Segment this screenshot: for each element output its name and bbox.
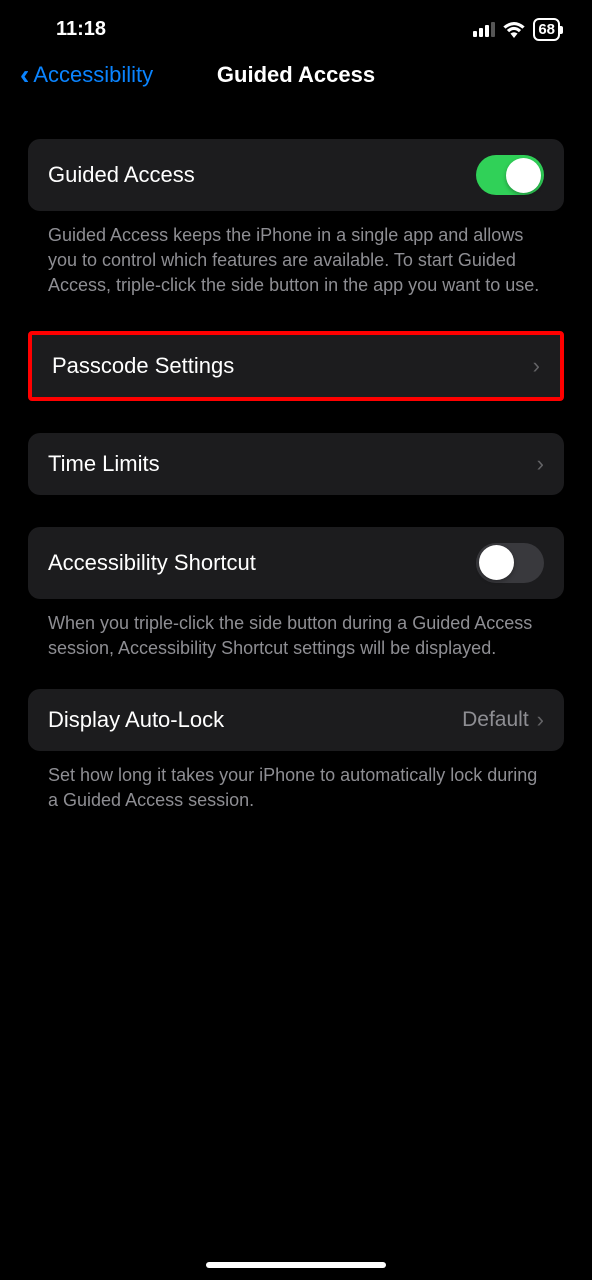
accessibility-shortcut-group: Accessibility Shortcut When you triple-c… [28, 527, 564, 661]
page-title: Guided Access [217, 62, 375, 88]
accessibility-shortcut-row[interactable]: Accessibility Shortcut [28, 527, 564, 599]
toggle-knob [506, 158, 541, 193]
content: Guided Access Guided Access keeps the iP… [0, 139, 592, 813]
status-time: 11:18 [56, 18, 106, 41]
time-limits-label: Time Limits [48, 451, 160, 477]
chevron-right-icon: › [533, 353, 540, 379]
battery-icon: 68 [533, 18, 560, 41]
display-autolock-footer: Set how long it takes your iPhone to aut… [28, 751, 564, 813]
guided-access-group: Guided Access Guided Access keeps the iP… [28, 139, 564, 299]
chevron-left-icon: ‹ [20, 61, 29, 89]
passcode-settings-row[interactable]: Passcode Settings › [32, 335, 560, 397]
accessibility-shortcut-toggle[interactable] [476, 543, 544, 583]
guided-access-label: Guided Access [48, 162, 195, 188]
accessibility-shortcut-label: Accessibility Shortcut [48, 550, 256, 576]
guided-access-footer: Guided Access keeps the iPhone in a sing… [28, 211, 564, 299]
time-limits-group: Time Limits › [28, 433, 564, 495]
display-autolock-label: Display Auto-Lock [48, 707, 224, 733]
cellular-signal-icon [473, 22, 495, 37]
toggle-knob [479, 545, 514, 580]
guided-access-toggle[interactable] [476, 155, 544, 195]
status-bar: 11:18 68 [0, 0, 592, 49]
display-autolock-value: Default [462, 708, 529, 732]
back-button[interactable]: ‹ Accessibility [20, 61, 153, 89]
nav-bar: ‹ Accessibility Guided Access [0, 49, 592, 107]
chevron-right-icon: › [537, 707, 544, 733]
display-autolock-group: Display Auto-Lock Default › Set how long… [28, 689, 564, 813]
display-autolock-row[interactable]: Display Auto-Lock Default › [28, 689, 564, 751]
accessibility-shortcut-footer: When you triple-click the side button du… [28, 599, 564, 661]
passcode-settings-label: Passcode Settings [52, 353, 234, 379]
guided-access-row[interactable]: Guided Access [28, 139, 564, 211]
battery-level: 68 [538, 21, 555, 38]
time-limits-row[interactable]: Time Limits › [28, 433, 564, 495]
wifi-icon [503, 22, 525, 38]
status-right: 68 [473, 18, 560, 41]
home-indicator[interactable] [206, 1262, 386, 1268]
passcode-settings-group: Passcode Settings › [28, 331, 564, 401]
chevron-right-icon: › [537, 451, 544, 477]
back-label: Accessibility [33, 62, 153, 88]
